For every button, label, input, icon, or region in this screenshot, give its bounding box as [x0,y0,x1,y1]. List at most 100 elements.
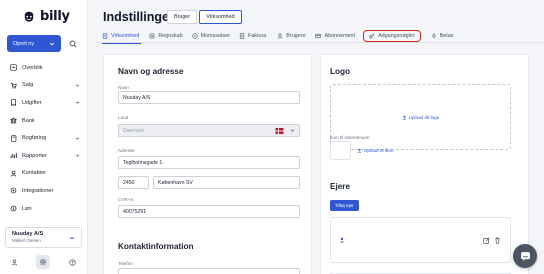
nav-item-salg[interactable]: Salg [0,77,88,95]
nav-item-overblik[interactable]: Overblik [0,59,88,77]
company-name: Nuuday A/S [12,231,44,237]
chevron-down-icon [290,129,295,132]
help-button[interactable] [65,255,79,269]
chevron-down-icon [75,101,80,105]
book-icon [9,134,17,142]
billy-face-icon [24,11,34,22]
gear-icon [39,258,47,266]
search-button[interactable] [64,35,81,52]
phone-input[interactable] [118,268,300,274]
add-owner-button[interactable]: Tilføj ejer [330,200,359,211]
search-icon [69,40,77,48]
user-icon [277,33,283,39]
cvr-input[interactable]: 40075291 [118,205,300,218]
cart-icon [9,81,17,89]
dashboard-icon [9,64,17,72]
nav-item-kontakter[interactable]: Kontakter [0,165,88,183]
chevron-down-icon [49,42,55,45]
help-icon [68,258,76,266]
user-icon [339,237,345,243]
company-switcher[interactable]: Nuuday A/S Mikkel Olesen [5,227,82,248]
contacts-icon [9,169,17,177]
sidebar-icon-label: Ikon til sidemenuen [330,135,370,140]
logo-upload-label: Upload dit logo [408,114,440,120]
tab-faktura[interactable]: Faktura [239,29,266,43]
coin-icon [9,205,17,213]
user-icon [11,259,17,266]
company-name-input[interactable]: Nuuday A/S [118,91,300,104]
tab-abonnement[interactable]: Abonnement [315,29,355,43]
page-title: Indstillinger [103,10,174,24]
toggle-company-button[interactable]: Virksomhed [199,10,242,24]
chevron-down-icon [75,154,80,158]
street-input[interactable]: Teglholmsgade 1. [118,156,300,169]
invoice-icon [239,33,245,39]
bank-icon [9,117,17,125]
edit-icon[interactable] [483,237,490,244]
sidebar-footer [0,253,88,271]
ledger-icon [149,33,155,39]
logo-section-title: Logo [330,67,351,76]
nav-item-udgifter[interactable]: Udgifter [0,94,88,112]
chevron-down-icon [75,137,80,140]
cvr-label: CVR-nr. [118,197,135,202]
main-nav: Overblik Salg Udgifter Bank Bogføring Ra… [0,59,88,217]
nav-item-rapporter[interactable]: Rapporter [0,147,88,165]
city-input[interactable]: København SV [153,176,300,189]
report-icon [9,152,17,160]
logo-upload-dropzone[interactable]: Upload dit logo [330,84,511,150]
tab-momssatser[interactable]: Momssatser [192,29,230,43]
nav-item-bogforing[interactable]: Bogføring [0,129,88,147]
tab-regnskab[interactable]: Regnskab [149,29,183,43]
tab-betas[interactable]: Betas [431,29,453,43]
sidebar-icon-upload-label: Upload et ikon [364,148,394,153]
sidebar: billy Opret ny Overblik Salg Udgifter Ba… [0,0,88,274]
toggle-user-button[interactable]: Bruger [167,10,198,24]
nav-item-bank[interactable]: Bank [0,112,88,130]
nav-item-lon[interactable]: Løn [0,200,88,218]
branding-card: Logo Upload dit logo Ikon til sidemenuen… [320,54,529,274]
subscription-icon [315,33,322,39]
building-icon [102,33,108,39]
billy-logo[interactable]: billy [22,8,70,24]
receipt-icon [9,99,17,107]
support-chat-button[interactable] [513,244,537,268]
upload-icon [402,115,406,120]
percent-icon [192,33,198,39]
country-value: Danmark [123,127,145,134]
chevron-down-icon [69,236,75,240]
tab-adgangsnogler[interactable]: Adgangsnøgler [363,30,421,42]
plug-icon [9,187,17,195]
company-details-card: Navn og adresse Navn Nuuday A/S Land Dan… [103,54,312,274]
nav-item-integrationer[interactable]: Integrationer [0,182,88,200]
tab-virksomhed[interactable]: Virksomhed [102,29,142,44]
brand-name: billy [40,8,70,24]
chat-icon [520,251,530,261]
address-label: Adresse [118,148,135,153]
settings-scope-toggle: Bruger Virksomhed [167,10,242,24]
address-section-title: Navn og adresse [118,67,184,76]
key-icon [369,33,375,39]
settings-tabs: Virksomhed Regnskab Momssatser Faktura B… [98,29,544,44]
bulb-icon [431,33,437,39]
chevron-down-icon [75,84,80,87]
country-select[interactable]: Danmark [118,124,300,137]
owner-row [330,217,511,263]
settings-button[interactable] [36,255,50,269]
country-select-adornments [275,127,295,134]
contact-section-title: Kontaktinformation [118,242,194,251]
create-new-button[interactable]: Opret ny [7,35,61,52]
sidebar-icon-upload-link[interactable]: Upload et ikon [357,148,393,153]
upload-icon [357,148,362,153]
name-label: Navn [118,85,129,90]
profile-button[interactable] [7,255,21,269]
country-label: Land [118,115,129,120]
owners-section-title: Ejere [330,182,351,191]
trash-icon[interactable] [494,237,501,244]
company-user: Mikkel Olesen [12,238,41,243]
sidebar-icon-preview[interactable] [330,141,351,160]
phone-label: Telefon [118,261,133,266]
zip-input[interactable]: 2450 [118,176,149,189]
create-new-label: Opret ny [13,40,35,47]
tab-brugere[interactable]: Brugere [277,29,305,43]
